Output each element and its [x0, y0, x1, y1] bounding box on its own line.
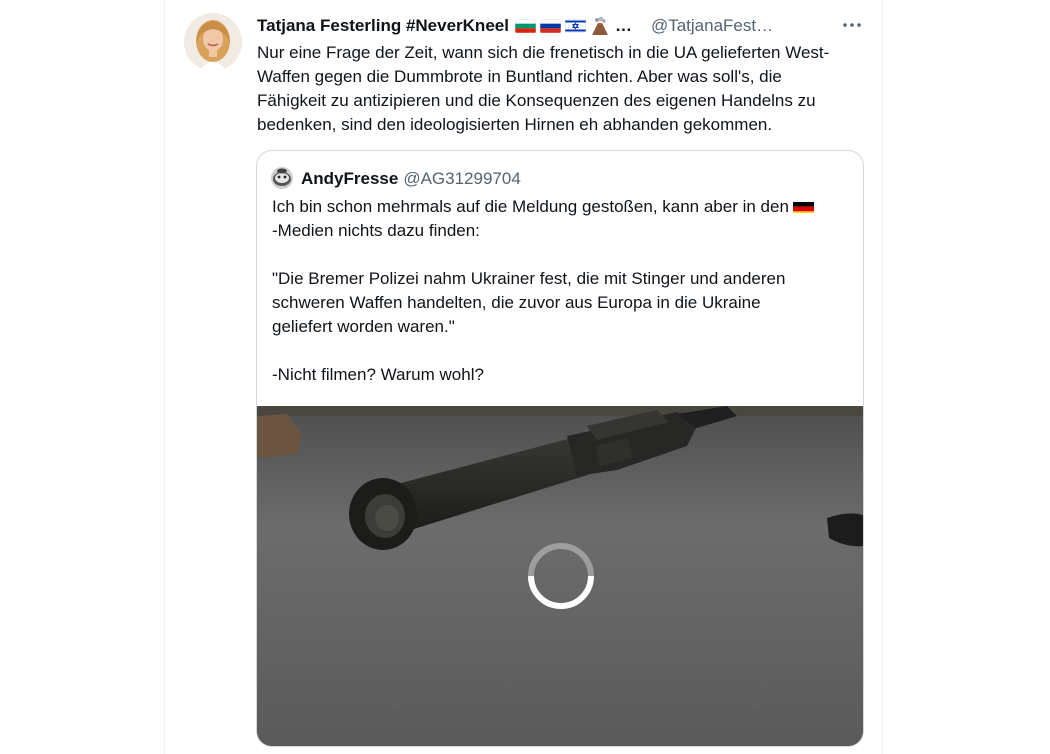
- quoted-text-line: schweren Waffen handelten, die zuvor aus…: [272, 293, 761, 312]
- quoted-text-line: -Medien nichts dazu finden:: [272, 221, 480, 240]
- quoted-author-display-name: AndyFresse: [301, 169, 399, 188]
- quoted-tweet-text: Ich bin schon mehrmals auf die Meldung g…: [272, 195, 852, 387]
- tweet-text: Nur eine Frage der Zeit, wann sich die f…: [257, 41, 867, 137]
- quoted-text-line: -Nicht filmen? Warum wohl?: [272, 365, 484, 384]
- name-truncation: …: [614, 16, 632, 35]
- name-emoji-group: [514, 16, 614, 36]
- quoted-author-avatar: [271, 167, 293, 189]
- video-player[interactable]: [257, 406, 863, 746]
- more-options-button[interactable]: [838, 12, 866, 38]
- author-display-name[interactable]: Tatjana Festerling #NeverKneel: [257, 16, 509, 36]
- flag-israel-icon: [564, 19, 586, 33]
- loading-spinner-icon: [528, 543, 594, 610]
- quoted-text-line: [272, 243, 852, 267]
- more-icon: [843, 23, 861, 27]
- flag-russia-icon: [539, 19, 561, 33]
- quoted-text-line: [272, 339, 852, 363]
- quoted-author-handle: @AG31299704: [403, 169, 521, 188]
- quoted-text-line: Ich bin schon mehrmals auf die Meldung g…: [272, 195, 852, 219]
- quoted-tweet-header: AndyFresse @AG31299704: [301, 167, 521, 191]
- tweet-header: Tatjana Festerling #NeverKneel … @Tatjan…: [257, 14, 857, 38]
- author-handle[interactable]: @TatjanaFest…: [651, 16, 773, 36]
- quoted-text-line: geliefert worden waren.": [272, 317, 455, 336]
- flag-bulgaria-icon: [514, 19, 536, 33]
- author-avatar[interactable]: [184, 13, 242, 71]
- tweet-text-line: Fähigkeit zu antizipieren und die Konseq…: [257, 91, 816, 110]
- flag-germany-icon: [792, 199, 814, 213]
- tweet-text-line: Nur eine Frage der Zeit, wann sich die f…: [257, 43, 830, 62]
- tweet-text-line: bedenken, sind den ideologisierten Hirne…: [257, 115, 773, 134]
- volcano-icon: [590, 16, 610, 36]
- quoted-tweet[interactable]: AndyFresse @AG31299704 Ich bin schon meh…: [256, 150, 864, 747]
- quoted-text-line-content: Ich bin schon mehrmals auf die Meldung g…: [272, 197, 789, 216]
- quoted-text-line: "Die Bremer Polizei nahm Ukrainer fest, …: [272, 269, 786, 288]
- tweet-text-line: Waffen gegen die Dummbrote in Buntland r…: [257, 67, 782, 86]
